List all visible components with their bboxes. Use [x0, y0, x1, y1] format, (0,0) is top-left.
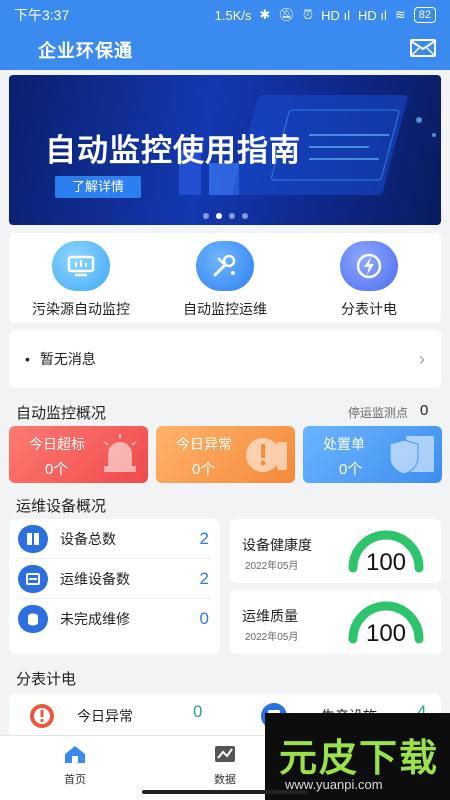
network-speed: 1.5K/s: [214, 7, 252, 23]
power-icon: [340, 241, 398, 291]
tile-abnormal[interactable]: 今日异常 0个: [156, 426, 295, 483]
status-icons: 1.5K/s ✱ 🔕︎ ⏰︎ HD ıl HD ıl ≋ 82: [215, 7, 436, 23]
warning-icon: [246, 438, 287, 472]
meter-label: 今日异常: [77, 708, 133, 724]
meter-item-abnormal[interactable]: 今日异常: [27, 702, 133, 730]
quick-item-monitoring-maintenance[interactable]: 自动监控运维: [153, 233, 297, 323]
bluetooth-icon: ✱: [259, 7, 271, 22]
gauge-card-quality[interactable]: 运维质量 2022年05月 100: [230, 590, 441, 654]
watermark-text: 元皮下载: [279, 738, 440, 780]
equipment-overview-title: 运维设备概况: [16, 498, 107, 515]
equipment-row-total[interactable]: 设备总数 2: [18, 519, 211, 559]
quality-gauge: 100: [348, 601, 424, 647]
meter-title: 分表计电: [16, 671, 77, 688]
tile-value: 0个: [339, 461, 363, 478]
equipment-row-unfinished-repairs[interactable]: 未完成维修 0: [18, 599, 211, 639]
gauge-value: 100: [366, 620, 406, 647]
tile-label: 今日超标: [29, 436, 85, 452]
banner-learn-more-button[interactable]: 了解详情: [55, 176, 141, 198]
equipment-label: 未完成维修: [60, 611, 130, 627]
quick-item-label: 污染源自动监控: [32, 301, 130, 317]
signal-icon-2: HD ıl: [357, 7, 387, 23]
alert-circle-icon: [30, 704, 54, 728]
chevron-right-icon: ›: [419, 348, 425, 369]
app-title: 企业环保通: [38, 41, 133, 61]
wifi-icon: ≋: [394, 7, 406, 22]
watermark: 元皮下载 www.yuanpi.com: [265, 713, 450, 800]
monitor-icon: [52, 241, 110, 291]
nav-label: 数据: [214, 774, 236, 786]
notice-bar[interactable]: • 暂无消息 ›: [9, 330, 441, 388]
battery-icon: 82: [413, 7, 436, 23]
status-time: 下午3:37: [14, 7, 70, 23]
tile-disposal-orders[interactable]: 处置单 0个: [303, 426, 442, 483]
quick-item-label: 自动监控运维: [183, 301, 267, 317]
alarm-light-icon: [103, 434, 137, 472]
tile-label: 今日异常: [176, 436, 232, 452]
equipment-value: 2: [199, 528, 209, 548]
nav-label: 首页: [64, 774, 86, 786]
tile-value: 0个: [45, 461, 69, 478]
carousel-dot[interactable]: [228, 213, 235, 219]
maintenance-icon: [18, 564, 48, 593]
tools-icon: [196, 241, 254, 291]
gauge-card-health[interactable]: 设备健康度 2022年05月 100: [230, 519, 441, 583]
status-bar: 下午3:37 1.5K/s ✱ 🔕︎ ⏰︎ HD ıl HD ıl ≋ 82: [0, 0, 450, 30]
nav-item-data[interactable]: 数据: [195, 744, 255, 787]
nav-item-home[interactable]: 首页: [45, 744, 105, 787]
carousel-dot-active[interactable]: [215, 213, 222, 219]
equipment-label: 运维设备数: [60, 570, 130, 587]
equipment-value: 2: [199, 568, 209, 588]
health-gauge: 100: [348, 530, 424, 576]
chart-icon: [215, 746, 235, 762]
stopped-points-label: 停运监测点: [348, 406, 409, 420]
gauge-date: 2022年05月: [245, 561, 299, 572]
tile-value: 0个: [192, 461, 216, 478]
stopped-points-count: 0: [420, 402, 429, 419]
equipment-row-maintained[interactable]: 运维设备数 2: [18, 559, 211, 599]
notice-bullet: •: [25, 351, 30, 367]
mail-icon[interactable]: [410, 38, 436, 62]
carousel-dot[interactable]: [241, 213, 248, 219]
quick-item-pollution-monitoring[interactable]: 污染源自动监控: [9, 233, 153, 323]
banner-title: 自动监控使用指南: [45, 133, 301, 168]
device-icon: [18, 524, 48, 553]
gauge-label: 运维质量: [242, 608, 298, 624]
home-indicator[interactable]: [142, 790, 308, 794]
quick-item-label: 分表计电: [341, 301, 397, 317]
equipment-label: 设备总数: [60, 530, 116, 547]
quick-item-sub-metering[interactable]: 分表计电: [297, 233, 441, 323]
quick-menu: 污染源自动监控 自动监控运维 分表计电: [9, 233, 441, 323]
signal-icon: HD ıl: [321, 7, 350, 23]
equipment-list: 设备总数 2 运维设备数 2 未完成维修 0: [9, 519, 220, 654]
notice-text: 暂无消息: [39, 351, 96, 367]
app-header: 企业环保通: [0, 30, 450, 70]
home-icon: [65, 746, 85, 763]
repair-icon: [18, 605, 48, 633]
equipment-value: 0: [199, 609, 209, 628]
tile-label: 处置单: [323, 436, 365, 452]
carousel-dots: [9, 213, 441, 219]
banner-carousel[interactable]: 自动监控使用指南 了解详情: [9, 75, 441, 225]
alarm-clock-icon: ⏰︎: [302, 7, 314, 22]
shield-icon: [389, 436, 434, 475]
tile-over-standard[interactable]: 今日超标 0个: [9, 426, 148, 483]
gauge-date: 2022年05月: [245, 632, 299, 643]
gauge-value: 100: [366, 549, 406, 576]
monitor-overview-title: 自动监控概况: [16, 405, 107, 422]
gauge-label: 设备健康度: [242, 537, 312, 553]
meter-value: 0: [193, 702, 203, 721]
carousel-dot[interactable]: [202, 213, 209, 219]
mute-icon: 🔕︎: [278, 7, 295, 22]
